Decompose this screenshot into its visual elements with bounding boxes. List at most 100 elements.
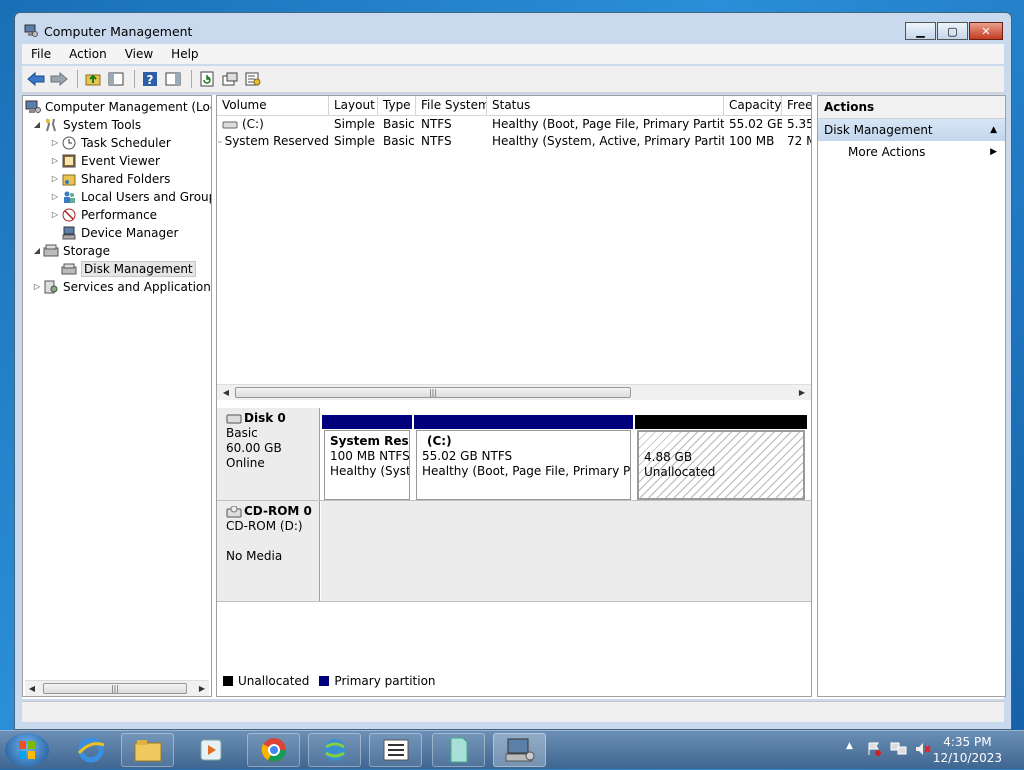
column-header-volume[interactable]: Volume [217,96,329,115]
network-icon[interactable] [890,741,908,760]
column-header-status[interactable]: Status [487,96,724,115]
expand-arrow-icon[interactable]: ▷ [49,156,61,165]
collapse-arrow-icon[interactable]: ◢ [31,246,43,255]
table-row[interactable]: System Reserved Simple Basic NTFS Health… [217,133,811,150]
system-tools-icon [43,118,59,132]
cdrom-0-label[interactable]: CD-ROM 0 CD-ROM (D:) No Media [217,501,320,601]
console-tree: Computer Management (Local ◢ System Tool… [22,95,212,697]
taskbar-windows-explorer[interactable] [121,733,174,767]
scroll-right-arrow-icon[interactable]: ▶ [795,385,809,400]
collapse-arrow-icon[interactable]: ◢ [31,120,43,129]
legend-label-primary: Primary partition [334,674,436,688]
actions-section-label: Disk Management [824,123,933,137]
partition-c[interactable]: (C:) 55.02 GB NTFS Healthy (Boot, Page F… [416,430,631,500]
tree-item-services-and-applications[interactable]: ▷ Services and Applications [31,278,211,295]
tree-item-disk-management[interactable]: Disk Management [61,260,196,277]
expand-arrow-icon[interactable]: ▷ [49,192,61,201]
column-header-layout[interactable]: Layout [329,96,378,115]
expand-arrow-icon[interactable]: ▷ [49,210,61,219]
more-actions-item[interactable]: More Actions ▶ [818,141,1005,163]
tree-item-label: Task Scheduler [81,135,171,150]
expand-arrow-icon[interactable]: ▷ [49,174,61,183]
clock[interactable]: 4:35 PM 12/10/2023 [933,734,1002,766]
client-area: Computer Management (Local ◢ System Tool… [22,95,1006,699]
tree-item-computer-management[interactable]: Computer Management (Local [25,98,211,115]
actions-pane: Actions Disk Management ▲ More Actions ▶ [817,95,1006,697]
tree-item-storage[interactable]: ◢ Storage [31,242,110,259]
expand-arrow-icon[interactable]: ▷ [31,282,43,291]
column-header-free[interactable]: Free [782,96,811,115]
tree-item-performance[interactable]: ▷ Performance [49,206,157,223]
scroll-left-arrow-icon[interactable]: ◀ [25,681,39,696]
tree-item-shared-folders[interactable]: ▷ Shared Folders [49,170,170,187]
up-level-button[interactable] [83,69,103,89]
tree-item-system-tools[interactable]: ◢ System Tools [31,116,141,133]
scroll-right-arrow-icon[interactable]: ▶ [195,681,209,696]
disk-name: Disk 0 [244,411,286,425]
tree-item-event-viewer[interactable]: ▷ Event Viewer [49,152,160,169]
show-hide-action-pane-button[interactable] [163,69,183,89]
menu-view[interactable]: View [116,47,162,61]
disk-0-label[interactable]: Disk 0 Basic 60.00 GB Online [217,408,320,500]
taskbar-computer-management[interactable] [493,733,546,767]
tree-item-device-manager[interactable]: Device Manager [61,224,178,241]
forward-button[interactable] [49,69,69,89]
actions-section-disk-management[interactable]: Disk Management ▲ [818,119,1005,141]
column-header-capacity[interactable]: Capacity [724,96,782,115]
show-hide-tree-button[interactable] [106,69,126,89]
volume-list-horizontal-scrollbar[interactable]: ◀ ||| ▶ [217,384,811,400]
disk-0-row: Disk 0 Basic 60.00 GB Online System Rese… [217,408,811,501]
partition-status: Healthy (Syster [330,464,410,478]
table-row[interactable]: (C:) Simple Basic NTFS Healthy (Boot, Pa… [217,116,812,133]
menu-action[interactable]: Action [60,47,116,61]
start-button[interactable] [5,733,49,767]
refresh-button[interactable] [197,69,217,89]
cdrom-0-row: CD-ROM 0 CD-ROM (D:) No Media [217,501,811,602]
disk-title: CD-ROM 0 [226,504,319,519]
volume-muted-icon[interactable] [914,741,932,760]
show-hidden-icons-icon[interactable]: ▲ [846,741,853,751]
type-cell: Basic [383,117,415,131]
free-cell: 5.35 [787,117,812,131]
action-center-icon[interactable] [866,741,882,760]
taskbar-notepad[interactable] [432,733,485,767]
scrollbar-thumb[interactable]: ||| [235,387,631,398]
partition-size: 55.02 GB NTFS [422,449,513,463]
submenu-arrow-icon: ▶ [990,147,997,157]
back-button[interactable] [26,69,46,89]
partition-system-reserved[interactable]: System Reser 100 MB NTFS Healthy (Syster [324,430,410,500]
disk-status: No Media [226,549,283,563]
partition-size: 100 MB NTFS [330,449,410,463]
scroll-left-arrow-icon[interactable]: ◀ [219,385,233,400]
menu-help[interactable]: Help [162,47,207,61]
partition-bar-unallocated [635,415,807,429]
column-header-type[interactable]: Type [378,96,416,115]
taskbar-task-manager[interactable] [369,733,422,767]
window-title: Computer Management [44,24,193,39]
tree-item-task-scheduler[interactable]: ▷ Task Scheduler [49,134,171,151]
minimize-button[interactable]: ▁ [905,22,936,40]
tree-horizontal-scrollbar[interactable]: ◀ ||| ▶ [25,680,209,696]
tree-item-local-users-and-groups[interactable]: ▷ Local Users and Groups [49,188,211,205]
volume-table-header: Volume Layout Type File System Status Ca… [217,96,811,116]
title-bar[interactable]: Computer Management ▁ ▢ ✕ [15,13,1011,43]
expand-arrow-icon[interactable]: ▷ [49,138,61,147]
column-header-file-system[interactable]: File System [416,96,487,115]
taskbar-internet-explorer[interactable] [64,733,117,767]
taskbar-chrome[interactable] [247,733,300,767]
computer-management-window: Computer Management ▁ ▢ ✕ File Action Vi… [14,12,1012,730]
collapse-up-icon[interactable]: ▲ [990,119,997,141]
close-button[interactable]: ✕ [969,22,1003,40]
export-list-button[interactable] [243,69,263,89]
legend: Unallocated Primary partition [218,672,436,690]
menu-bar: File Action View Help [22,44,1004,64]
scrollbar-thumb[interactable]: ||| [43,683,187,694]
properties-button[interactable] [220,69,240,89]
unallocated-space[interactable]: 4.88 GB Unallocated [637,430,805,500]
maximize-button[interactable]: ▢ [937,22,968,40]
windows-logo-icon [19,741,35,759]
menu-file[interactable]: File [22,47,60,61]
taskbar-media-player[interactable] [184,733,237,767]
help-button[interactable]: ? [140,69,160,89]
taskbar-download-manager[interactable] [308,733,361,767]
